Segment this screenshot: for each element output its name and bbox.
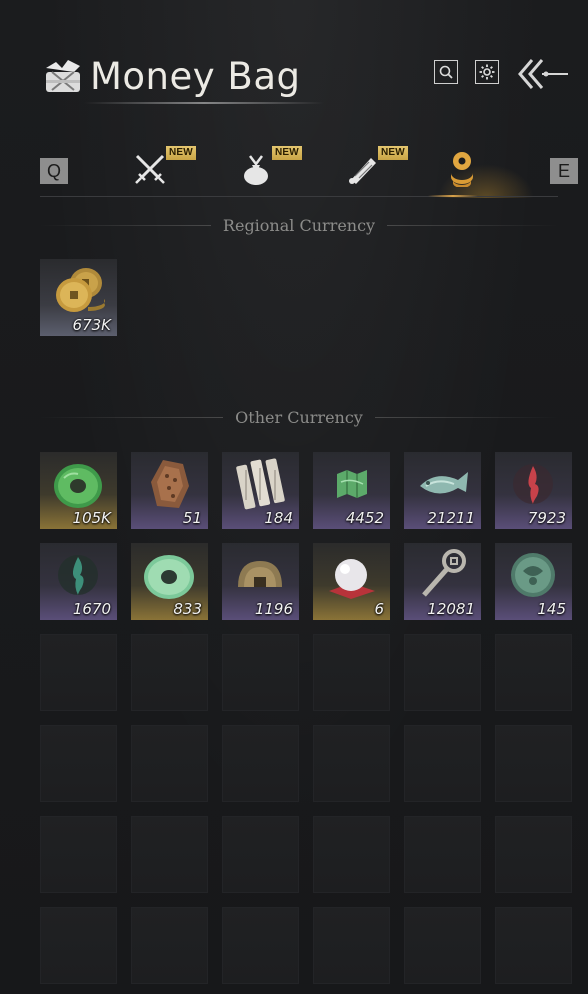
item-count: 51 — [182, 509, 202, 527]
empty-slot[interactable] — [404, 634, 481, 711]
currency-slot[interactable]: 1670 — [40, 543, 117, 620]
currency-slot[interactable]: 145 — [495, 543, 572, 620]
other-currency-heading: Other Currency — [40, 408, 559, 427]
scroll-icon — [349, 158, 376, 184]
currency-slot[interactable]: 833 — [131, 543, 208, 620]
empty-slot[interactable] — [313, 907, 390, 984]
header: Money Bag — [40, 46, 568, 106]
empty-slot[interactable] — [495, 634, 572, 711]
copper-coins-icon — [56, 268, 105, 312]
empty-slot[interactable] — [404, 725, 481, 802]
item-count: 12081 — [427, 600, 475, 618]
money-bag-screen: Money Bag Q NEW NEW NEW E Regional Curre… — [0, 0, 588, 994]
empty-slot[interactable] — [313, 725, 390, 802]
tab-currency[interactable] — [434, 146, 490, 192]
search-button[interactable] — [434, 60, 458, 84]
currency-slot[interactable]: 1196 — [222, 543, 299, 620]
item-count: 1670 — [72, 600, 111, 618]
section-title: Regional Currency — [222, 216, 376, 235]
coin-sword-icon — [422, 549, 466, 597]
pearl-icon — [329, 559, 375, 599]
paper-slips-icon — [236, 458, 285, 510]
item-count: 1196 — [254, 600, 293, 618]
currency-slot[interactable]: 184 — [222, 452, 299, 529]
item-count: 833 — [173, 600, 202, 618]
currency-slot[interactable]: 673K — [40, 259, 117, 336]
empty-slot[interactable] — [404, 907, 481, 984]
empty-slot[interactable] — [222, 816, 299, 893]
empty-slot[interactable] — [40, 634, 117, 711]
item-count: 184 — [264, 509, 293, 527]
jade-medallion-icon — [511, 553, 555, 597]
empty-slot[interactable] — [222, 634, 299, 711]
bundle-icon — [244, 155, 268, 185]
settings-button[interactable] — [475, 60, 499, 84]
empty-slot[interactable] — [495, 816, 572, 893]
bronze-dome-icon — [238, 561, 282, 587]
empty-slot[interactable] — [131, 725, 208, 802]
item-count: 673K — [72, 316, 111, 334]
jade-ring-icon — [54, 464, 102, 508]
empty-slot[interactable] — [404, 816, 481, 893]
currency-slot[interactable]: 21211 — [404, 452, 481, 529]
money-bag-icon — [46, 60, 80, 92]
coin-stack-icon — [451, 152, 473, 187]
crossed-swords-icon — [135, 154, 165, 184]
tab-weapons[interactable]: NEW — [122, 146, 196, 192]
tab-scrolls[interactable]: NEW — [334, 146, 408, 192]
item-count: 105K — [72, 509, 111, 527]
empty-slot[interactable] — [222, 907, 299, 984]
item-count: 21211 — [427, 509, 475, 527]
empty-slot[interactable] — [131, 816, 208, 893]
search-icon — [439, 65, 453, 79]
empty-slot[interactable] — [222, 725, 299, 802]
page-title: Money Bag — [90, 54, 301, 98]
jade-disc-icon — [144, 555, 194, 599]
empty-slot[interactable] — [313, 816, 390, 893]
empty-slot[interactable] — [131, 907, 208, 984]
currency-slot[interactable]: 12081 — [404, 543, 481, 620]
next-tab-key[interactable]: E — [550, 158, 578, 184]
section-title: Other Currency — [235, 408, 363, 427]
item-count: 6 — [374, 600, 384, 618]
item-count: 145 — [537, 600, 566, 618]
bronze-token-icon — [151, 460, 189, 508]
tabs-divider — [40, 196, 558, 197]
currency-slot[interactable]: 6 — [313, 543, 390, 620]
map-icon — [337, 470, 367, 498]
empty-slot[interactable] — [131, 634, 208, 711]
new-badge: NEW — [378, 146, 408, 160]
empty-slot[interactable] — [313, 634, 390, 711]
gear-icon — [479, 64, 495, 80]
prev-tab-key[interactable]: Q — [40, 158, 68, 184]
item-count: 7923 — [527, 509, 566, 527]
item-count: 4452 — [345, 509, 384, 527]
jade-fish-icon — [420, 472, 468, 494]
tab-bundles[interactable]: NEW — [228, 146, 302, 192]
currency-slot[interactable]: 51 — [131, 452, 208, 529]
red-flame-icon — [513, 464, 553, 504]
new-badge: NEW — [272, 146, 302, 160]
currency-slot[interactable]: 7923 — [495, 452, 572, 529]
regional-currency-heading: Regional Currency — [40, 216, 559, 235]
empty-slot[interactable] — [495, 725, 572, 802]
new-badge: NEW — [166, 146, 196, 160]
back-arrows-icon[interactable] — [516, 54, 572, 94]
active-tab-indicator — [428, 195, 478, 197]
category-tabs: Q NEW NEW NEW E — [40, 138, 578, 198]
currency-slot[interactable]: 4452 — [313, 452, 390, 529]
empty-slot[interactable] — [495, 907, 572, 984]
empty-slot[interactable] — [40, 816, 117, 893]
title-group: Money Bag — [40, 46, 300, 106]
empty-slot[interactable] — [40, 907, 117, 984]
empty-slot[interactable] — [40, 725, 117, 802]
currency-slot[interactable]: 105K — [40, 452, 117, 529]
green-flame-icon — [58, 555, 98, 595]
title-underline — [84, 102, 324, 104]
